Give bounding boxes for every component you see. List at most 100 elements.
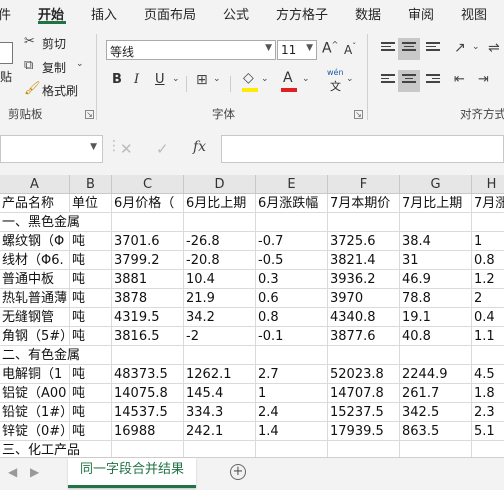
align-center-icon[interactable]	[402, 74, 416, 86]
column-header[interactable]: C	[112, 175, 184, 194]
spreadsheet-grid[interactable]: ABCDEFGH 产品名称 单位 6月价格（ 6月比上期 6月涨跌幅 7月本期价 7月比上期…	[0, 175, 504, 457]
copy-button[interactable]: 复制	[42, 59, 66, 76]
underline-dropdown-chevron-icon[interactable]: ⌄	[172, 74, 180, 84]
grid-cell[interactable]: 0.3	[256, 270, 328, 289]
paste-button-label[interactable]: 贴	[0, 68, 12, 85]
grid-cell[interactable]: 锌锭（0#）	[0, 422, 70, 441]
grid-cell[interactable]	[184, 346, 256, 365]
grid-cell[interactable]: 4.5	[472, 365, 504, 384]
grid-cell[interactable]: 热轧普通薄	[0, 289, 70, 308]
grid-cell[interactable]: 吨	[70, 251, 112, 270]
grid-cell[interactable]	[256, 213, 328, 232]
grid-cell[interactable]: 1262.1	[184, 365, 256, 384]
grid-cell[interactable]: 0.8	[256, 308, 328, 327]
grid-cell[interactable]: 3936.2	[328, 270, 400, 289]
orientation-dropdown-chevron-icon[interactable]: ⌄	[472, 42, 480, 52]
paste-icon[interactable]	[0, 42, 13, 64]
shrink-font-button[interactable]: Aˇ	[344, 42, 356, 57]
tab-formulas[interactable]: 公式	[223, 4, 249, 23]
underline-button[interactable]: U	[155, 72, 165, 87]
grid-cell[interactable]	[112, 213, 184, 232]
grid-cell[interactable]: 14537.5	[112, 403, 184, 422]
grid-cell[interactable]: 1	[472, 232, 504, 251]
grid-cell[interactable]: 吨	[70, 289, 112, 308]
enter-icon[interactable]: ✓	[156, 140, 169, 158]
grid-cell[interactable]: 3878	[112, 289, 184, 308]
grid-cell[interactable]: 863.5	[400, 422, 472, 441]
grid-cell[interactable]: 7月涨	[472, 194, 504, 213]
grid-cell[interactable]: 31	[400, 251, 472, 270]
grid-cell[interactable]: 无缝钢管	[0, 308, 70, 327]
grid-cell[interactable]: 3701.6	[112, 232, 184, 251]
font-size-combo[interactable]: 11 ▼	[277, 40, 317, 60]
grid-cell[interactable]: 10.4	[184, 270, 256, 289]
grid-cell[interactable]: 7月本期价	[328, 194, 400, 213]
grid-cell[interactable]: 3799.2	[112, 251, 184, 270]
grid-cell[interactable]: 6月价格（	[112, 194, 184, 213]
phonetic-dropdown-chevron-icon[interactable]: ⌄	[346, 74, 354, 84]
grid-cell[interactable]: 3877.6	[328, 327, 400, 346]
grid-cell[interactable]	[400, 346, 472, 365]
column-header[interactable]: B	[70, 175, 112, 194]
tab-insert[interactable]: 插入	[91, 4, 117, 23]
grow-font-button[interactable]: A^	[322, 40, 338, 57]
grid-cell[interactable]: 1.1	[472, 327, 504, 346]
grid-cell[interactable]: 3881	[112, 270, 184, 289]
grid-cell[interactable]: 0.4	[472, 308, 504, 327]
align-middle-icon[interactable]	[402, 42, 416, 54]
grid-cell[interactable]: 15237.5	[328, 403, 400, 422]
next-sheet-icon[interactable]: ▶	[30, 465, 39, 479]
grid-cell[interactable]: 2.4	[256, 403, 328, 422]
grid-cell[interactable]: 242.1	[184, 422, 256, 441]
grid-cell[interactable]: 2.7	[256, 365, 328, 384]
borders-icon[interactable]: ⊞	[196, 72, 208, 88]
grid-cell[interactable]	[328, 213, 400, 232]
grid-cell[interactable]: 4319.5	[112, 308, 184, 327]
grid-cell[interactable]: 21.9	[184, 289, 256, 308]
fill-color-dropdown-chevron-icon[interactable]: ⌄	[261, 74, 269, 84]
grid-cell[interactable]	[184, 441, 256, 457]
grid-cell[interactable]	[400, 213, 472, 232]
grid-cell[interactable]: 19.1	[400, 308, 472, 327]
grid-cell[interactable]: 342.5	[400, 403, 472, 422]
format-painter-button[interactable]: 格式刷	[42, 82, 78, 99]
grid-cell[interactable]: -2	[184, 327, 256, 346]
format-painter-icon[interactable]: 🖌	[24, 81, 41, 96]
grid-cell[interactable]: 螺纹钢（Φ	[0, 232, 70, 251]
italic-button[interactable]: I	[134, 72, 139, 87]
grid-cell[interactable]: -20.8	[184, 251, 256, 270]
grid-cell[interactable]	[184, 213, 256, 232]
grid-cell[interactable]: 铅锭（1#）	[0, 403, 70, 422]
align-bottom-icon[interactable]	[426, 42, 440, 54]
grid-cell[interactable]	[328, 346, 400, 365]
prev-sheet-icon[interactable]: ◀	[8, 465, 17, 479]
increase-indent-icon[interactable]: ⇥	[478, 72, 489, 87]
grid-cell[interactable]: 3816.5	[112, 327, 184, 346]
grid-cell[interactable]: 吨	[70, 384, 112, 403]
grid-cell[interactable]: 普通中板	[0, 270, 70, 289]
grid-cell[interactable]: 261.7	[400, 384, 472, 403]
column-header[interactable]: E	[256, 175, 328, 194]
phonetic-guide-button[interactable]: 文	[330, 78, 341, 94]
grid-cell[interactable]	[112, 346, 184, 365]
grid-cell[interactable]: 34.2	[184, 308, 256, 327]
grid-cell[interactable]: -0.1	[256, 327, 328, 346]
scissors-icon[interactable]: ✂	[24, 34, 35, 49]
grid-cell[interactable]: 电解铜（1	[0, 365, 70, 384]
orientation-icon[interactable]: ↗	[454, 40, 466, 56]
column-header[interactable]: D	[184, 175, 256, 194]
grid-cell[interactable]: 17939.5	[328, 422, 400, 441]
tab-page-layout[interactable]: 页面布局	[144, 4, 196, 23]
copy-dropdown-chevron-icon[interactable]: ⌄	[76, 59, 84, 69]
grid-cell[interactable]	[472, 441, 504, 457]
decrease-indent-icon[interactable]: ⇤	[454, 72, 465, 87]
tab-data[interactable]: 数据	[355, 4, 381, 23]
grid-cell[interactable]: 吨	[70, 365, 112, 384]
clipboard-dialog-launcher-icon[interactable]: ↘	[85, 110, 94, 119]
grid-cell[interactable]: 2.3	[472, 403, 504, 422]
grid-cell[interactable]: 38.4	[400, 232, 472, 251]
insert-function-icon[interactable]: fx	[193, 139, 206, 155]
grid-cell[interactable]	[328, 441, 400, 457]
tab-review[interactable]: 审阅	[408, 4, 434, 23]
grid-cell[interactable]: 三、化工产品	[0, 441, 80, 457]
